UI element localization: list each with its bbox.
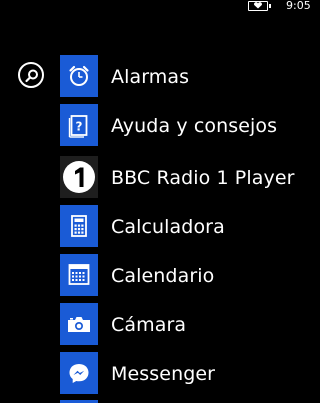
app-label: Alarmas [111,66,190,88]
app-label: Ayuda y consejos [111,115,278,137]
bbc-radio-1-icon [63,161,95,193]
app-tile: ? [60,104,98,146]
search-button[interactable] [18,62,44,88]
battery-charging-icon [248,1,271,11]
app-item-calendario[interactable]: Calendario [60,254,318,296]
search-icon [25,69,38,83]
help-question-icon: ? [68,115,88,138]
status-time: 9:05 [286,0,311,12]
app-item-bbc-radio-1-player[interactable]: BBC Radio 1 Player [60,156,318,198]
alarm-clock-icon [69,65,89,86]
status-bar: 9:05 [0,0,318,14]
app-item-calculadora[interactable]: Calculadora [60,205,318,247]
app-tile [60,254,98,296]
app-label: Cámara [111,314,187,336]
app-label: BBC Radio 1 Player [111,167,295,189]
camera-icon [68,317,90,332]
app-tile [60,303,98,345]
app-item-messenger[interactable]: Messenger [60,352,318,394]
app-label: Messenger [111,363,216,385]
app-item-ayuda-y-consejos[interactable]: ? Ayuda y consejos [60,104,318,146]
app-tile [60,156,98,198]
messenger-icon [69,364,89,383]
calculator-icon [71,215,87,237]
app-label: Calendario [111,265,215,287]
svg-text:?: ? [76,120,83,134]
app-item-alarmas[interactable]: Alarmas [60,55,318,97]
app-item-camara[interactable]: Cámara [60,303,318,345]
app-label: Calculadora [111,216,225,238]
calendar-icon [68,264,90,285]
app-tile [60,352,98,394]
app-tile [60,55,98,97]
app-tile [60,205,98,247]
